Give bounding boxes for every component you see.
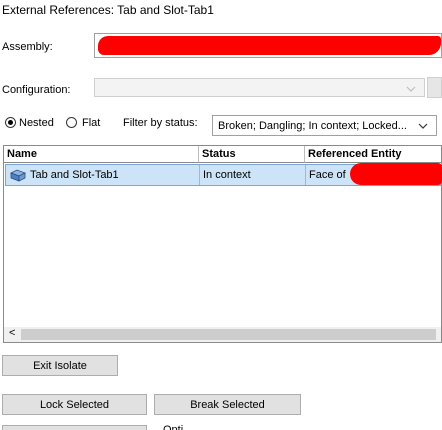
chevron-down-icon	[406, 86, 416, 92]
cell-referenced-entity: Face of	[306, 163, 442, 185]
filter-value: Broken; Dangling; In context; Locked...	[218, 120, 407, 132]
horizontal-scrollbar[interactable]: <	[4, 327, 441, 342]
references-table[interactable]: Name Status Referenced Entity Tab and Sl…	[3, 145, 442, 343]
partial-button[interactable]	[2, 425, 147, 430]
configuration-select[interactable]	[94, 78, 425, 97]
lock-selected-button[interactable]: Lock Selected	[2, 394, 147, 415]
partial-options-label: Opti	[163, 424, 184, 430]
entity-text: Face of	[309, 169, 346, 181]
exit-isolate-button[interactable]: Exit Isolate	[2, 355, 118, 376]
configuration-label: Configuration:	[2, 84, 71, 96]
column-header-referenced-entity[interactable]: Referenced Entity	[305, 146, 441, 163]
scroll-thumb[interactable]	[21, 329, 436, 340]
scroll-left-arrow[interactable]: <	[9, 327, 15, 339]
cell-status: In context	[200, 165, 306, 185]
row-name-text: Tab and Slot-Tab1	[30, 169, 119, 181]
redaction-mark	[350, 163, 442, 185]
chevron-down-icon	[418, 123, 428, 129]
filter-label: Filter by status:	[123, 117, 198, 129]
assembly-label: Assembly:	[2, 41, 53, 53]
break-selected-button[interactable]: Break Selected	[154, 394, 301, 415]
window-title: External References: Tab and Slot-Tab1	[2, 3, 214, 17]
nested-label: Nested	[19, 117, 54, 129]
flat-radio[interactable]	[66, 117, 77, 128]
column-header-name[interactable]: Name	[4, 146, 199, 163]
redaction-mark	[98, 36, 441, 55]
part-icon	[10, 169, 26, 182]
flat-label: Flat	[82, 117, 101, 129]
filter-select[interactable]: Broken; Dangling; In context; Locked...	[212, 115, 437, 136]
nested-radio[interactable]	[5, 117, 16, 128]
cell-name: Tab and Slot-Tab1	[6, 165, 200, 185]
table-row[interactable]: Tab and Slot-Tab1 In context Face of	[5, 163, 442, 186]
assembly-field[interactable]	[94, 33, 442, 58]
configuration-side-button[interactable]	[427, 77, 442, 98]
column-header-status[interactable]: Status	[199, 146, 305, 163]
